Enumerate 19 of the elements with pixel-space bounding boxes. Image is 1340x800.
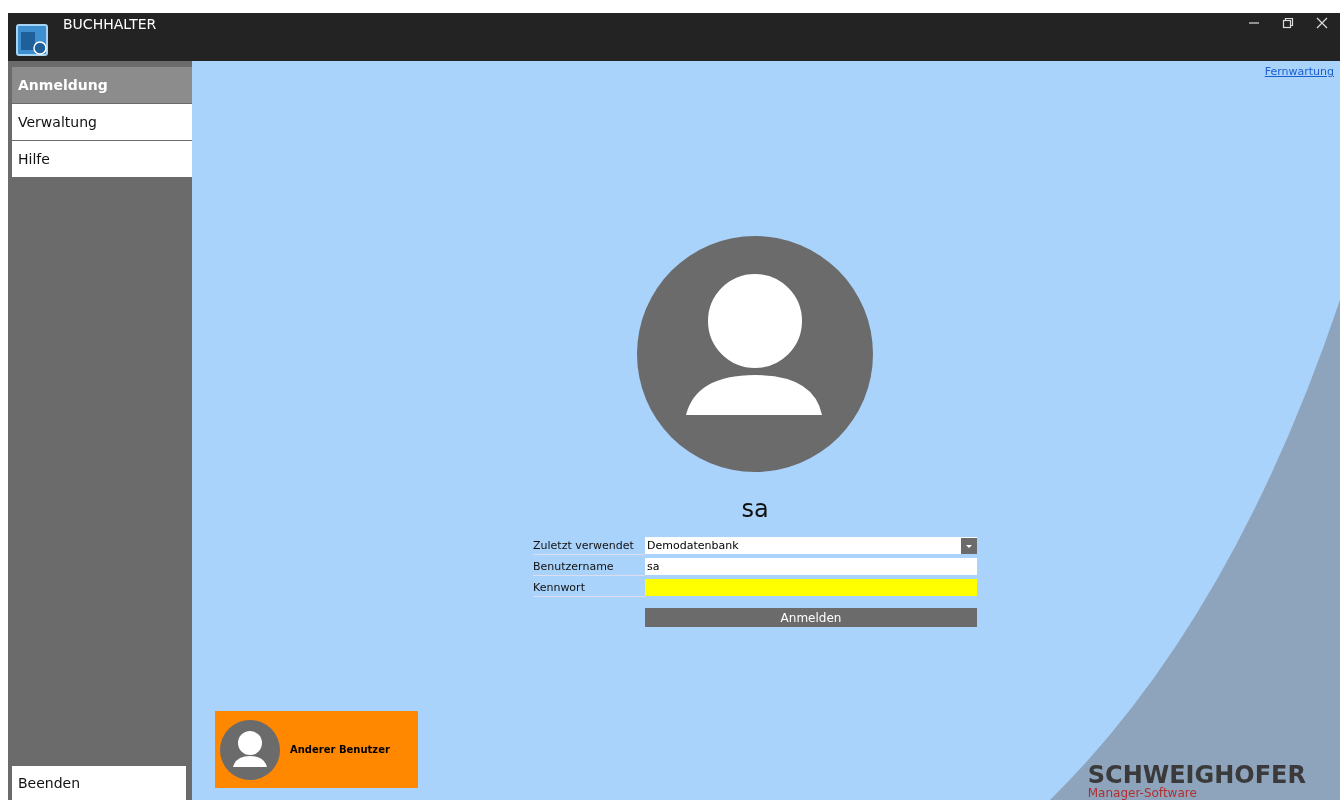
user-avatar-icon (220, 719, 280, 780)
login-button[interactable]: Anmelden (645, 608, 977, 627)
brand-tagline: Manager-Software (1087, 786, 1198, 800)
dropdown-caret-icon[interactable] (961, 537, 977, 554)
database-dropdown[interactable]: Demodatenbank (645, 537, 977, 554)
other-user-button[interactable]: Anderer Benutzer (215, 711, 418, 788)
close-icon[interactable] (1316, 17, 1328, 29)
sidebar-item[interactable]: Hilfe (12, 141, 192, 177)
brand-logo: SCHWEIGHOFER (1087, 762, 1306, 787)
remote-support-link[interactable]: Fernwartung (1264, 65, 1334, 78)
username-field[interactable]: sa (645, 558, 977, 575)
window-title: BUCHHALTER (63, 16, 157, 32)
user-name: sa (741, 495, 769, 523)
password-field[interactable] (645, 579, 977, 596)
user-avatar-icon (636, 235, 874, 473)
app-logo-icon (15, 23, 49, 57)
restore-icon[interactable] (1282, 17, 1294, 29)
sidebar-item[interactable]: Verwaltung (12, 104, 192, 140)
exit-button[interactable]: Beenden (12, 766, 186, 800)
